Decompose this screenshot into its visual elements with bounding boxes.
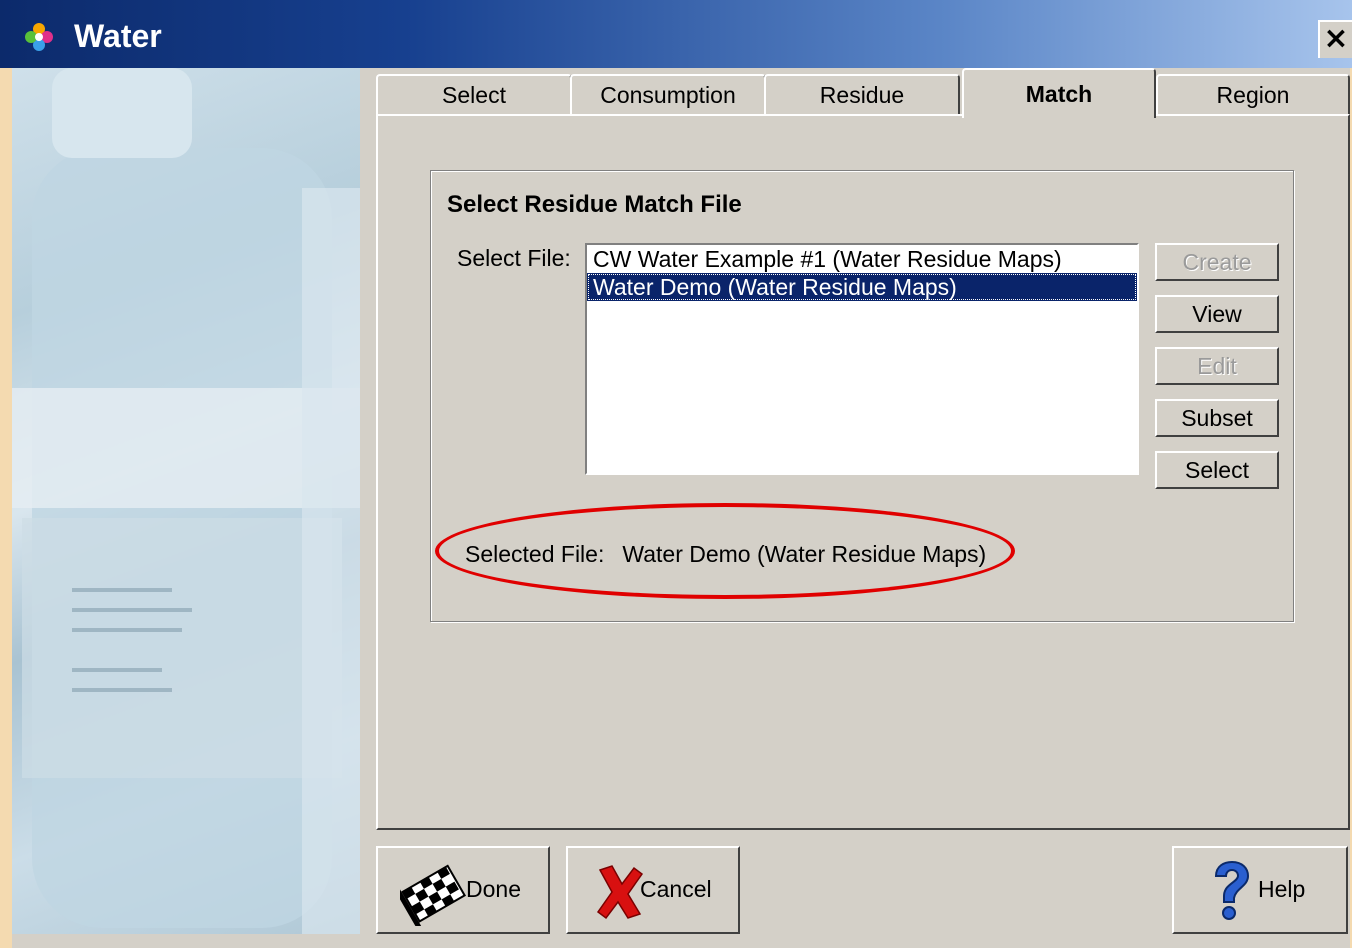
- water-bottles-image: [12, 68, 360, 934]
- view-button[interactable]: View: [1155, 295, 1279, 333]
- red-x-icon: [596, 865, 644, 920]
- help-label: Help: [1258, 876, 1306, 902]
- tab-consumption[interactable]: Consumption: [570, 74, 766, 118]
- group-title: Select Residue Match File: [447, 191, 742, 218]
- help-button[interactable]: Help: [1172, 846, 1348, 934]
- done-label: Done: [466, 876, 521, 902]
- list-item-selected[interactable]: Water Demo (Water Residue Maps): [587, 273, 1137, 301]
- match-tab-panel: Select Residue Match File Select File: C…: [376, 114, 1350, 830]
- checkered-flag-icon: [400, 864, 467, 926]
- title-bar: Water ×: [0, 0, 1352, 68]
- tab-match[interactable]: Match: [962, 68, 1156, 118]
- tab-strip: Select Consumption Residue Match Region: [376, 68, 1350, 118]
- window-title: Water: [74, 18, 162, 54]
- tab-region[interactable]: Region: [1156, 74, 1350, 118]
- highlight-ellipse: [435, 503, 1015, 599]
- edit-button[interactable]: Edit: [1155, 347, 1279, 385]
- residue-match-group: Select Residue Match File Select File: C…: [430, 170, 1294, 622]
- select-button[interactable]: Select: [1155, 451, 1279, 489]
- tab-select[interactable]: Select: [376, 74, 572, 118]
- select-file-label: Select File:: [457, 245, 571, 271]
- create-button[interactable]: Create: [1155, 243, 1279, 281]
- cancel-button[interactable]: Cancel: [566, 846, 740, 934]
- question-mark-icon: [1214, 860, 1250, 920]
- cancel-label: Cancel: [640, 876, 712, 902]
- list-item[interactable]: CW Water Example #1 (Water Residue Maps): [587, 245, 1137, 273]
- tab-residue[interactable]: Residue: [764, 74, 960, 118]
- close-icon[interactable]: ×: [1318, 20, 1352, 58]
- subset-button[interactable]: Subset: [1155, 399, 1279, 437]
- file-listbox[interactable]: CW Water Example #1 (Water Residue Maps)…: [585, 243, 1139, 475]
- flower-icon: [25, 23, 53, 51]
- done-button[interactable]: Done: [376, 846, 550, 934]
